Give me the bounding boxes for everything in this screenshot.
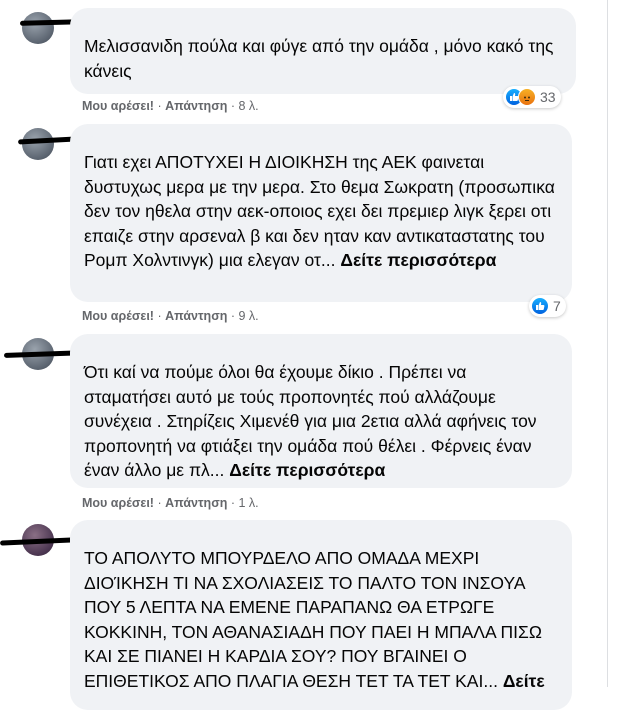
timestamp[interactable]: 9 λ.: [239, 309, 259, 323]
reply-link[interactable]: Απάντηση: [165, 99, 227, 113]
angry-icon: [518, 88, 536, 106]
reply-link[interactable]: Απάντηση: [165, 309, 227, 323]
reply-link[interactable]: Απάντηση: [165, 496, 227, 510]
like-link[interactable]: Μου αρέσει!: [82, 309, 154, 323]
comment-bubble: Μελισσανιδη πούλα και φύγε από την ομάδα…: [70, 8, 576, 94]
comment-actions: Μου αρέσει! · Απάντηση · 1 λ.: [82, 496, 259, 510]
reaction-summary[interactable]: 7: [529, 295, 566, 317]
timestamp[interactable]: 1 λ.: [239, 496, 259, 510]
page-divider: [607, 0, 608, 687]
like-icon: [531, 297, 549, 315]
timestamp[interactable]: 8 λ.: [239, 99, 259, 113]
reaction-count: 7: [553, 298, 561, 314]
see-more-link[interactable]: Δείτε περισσότερα: [340, 250, 496, 270]
like-link[interactable]: Μου αρέσει!: [82, 496, 154, 510]
comment-text: Γιατι εχει ΑΠΟΤΥΧΕΙ Η ΔΙΟΙΚΗΣΗ της ΑΕΚ φ…: [84, 152, 555, 270]
comment-text: Μελισσανιδη πούλα και φύγε από την ομάδα…: [84, 36, 554, 81]
comment-author[interactable]: [84, 530, 558, 546]
see-more-link[interactable]: Δείτε περισσότερα: [229, 460, 385, 480]
comment-author[interactable]: [84, 134, 558, 150]
see-more-link[interactable]: Δείτε: [503, 671, 545, 691]
comment-author[interactable]: [84, 344, 558, 360]
comment-text: ΤΟ ΑΠΟΛΥΤΟ ΜΠΟΥΡΔΕΛΟ ΑΠΟ ΟΜΑΔΑ ΜΕΧΡΙ ΔΙΟ…: [84, 548, 545, 691]
reaction-summary[interactable]: 33: [503, 86, 561, 108]
reaction-count: 33: [540, 89, 556, 105]
comment-actions: Μου αρέσει! · Απάντηση · 8 λ.: [82, 99, 259, 113]
comment-bubble: ΤΟ ΑΠΟΛΥΤΟ ΜΠΟΥΡΔΕΛΟ ΑΠΟ ΟΜΑΔΑ ΜΕΧΡΙ ΔΙΟ…: [70, 520, 572, 710]
comment-actions: Μου αρέσει! · Απάντηση · 9 λ.: [82, 309, 259, 323]
comment-bubble: Ότι καί να πούμε όλοι θα έχουμε δίκιο . …: [70, 334, 572, 488]
comment-text: Ότι καί να πούμε όλοι θα έχουμε δίκιο . …: [84, 362, 537, 480]
comment-author[interactable]: [84, 18, 562, 34]
like-link[interactable]: Μου αρέσει!: [82, 99, 154, 113]
avatar[interactable]: [22, 12, 54, 44]
comment-bubble: Γιατι εχει ΑΠΟΤΥΧΕΙ Η ΔΙΟΙΚΗΣΗ της ΑΕΚ φ…: [70, 124, 572, 302]
